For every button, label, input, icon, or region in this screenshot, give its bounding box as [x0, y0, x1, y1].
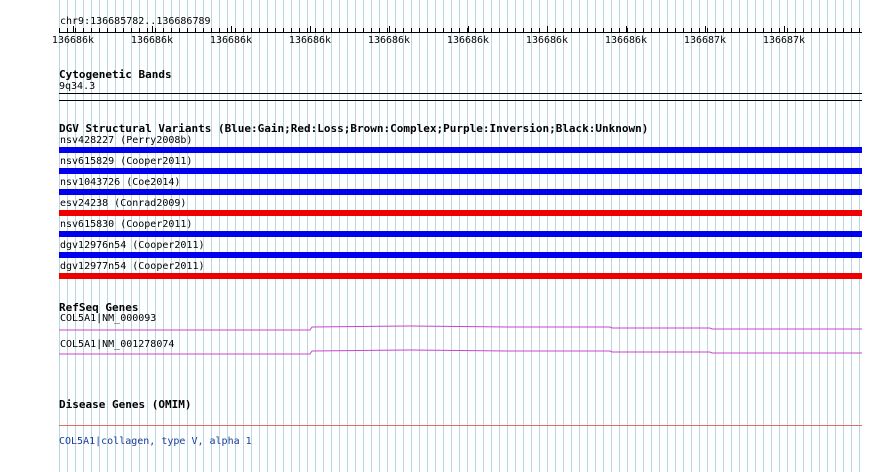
- dgv-variant-label[interactable]: nsv428227 (Perry2008b): [60, 135, 192, 147]
- dgv-variant-label[interactable]: dgv12977n54 (Cooper2011): [60, 261, 205, 273]
- locus-label: chr9:136685782..136686789: [60, 16, 211, 27]
- ruler-tick-label: 136686k: [525, 35, 569, 46]
- dgv-variant-label[interactable]: nsv615829 (Cooper2011): [60, 156, 192, 168]
- dgv-variant-bar[interactable]: [59, 252, 862, 258]
- omim-track-title: Disease Genes (OMIM): [59, 398, 192, 411]
- omim-gene-entry[interactable]: COL5A1|collagen, type V, alpha 1: [59, 436, 252, 448]
- ruler-tick-label: 136686k: [367, 35, 411, 46]
- refseq-gene-label[interactable]: COL5A1|NM_001278074: [60, 339, 174, 351]
- ruler-tick-label: 136686k: [51, 35, 95, 46]
- dgv-variant-bar[interactable]: [59, 231, 862, 237]
- omim-gene-link[interactable]: COL5A1: [59, 436, 95, 447]
- cyto-band-bottom-line: [59, 100, 862, 101]
- cyto-band-label[interactable]: 9q34.3: [59, 81, 95, 93]
- dgv-variant-bar[interactable]: [59, 189, 862, 195]
- dgv-variant-bar[interactable]: [59, 147, 862, 153]
- ruler-tick-label: 136687k: [683, 35, 727, 46]
- ruler-tick-label: 136686k: [209, 35, 253, 46]
- cyto-track-title: Cytogenetic Bands: [59, 68, 172, 81]
- dgv-variant-label[interactable]: esv24238 (Conrad2009): [60, 198, 186, 210]
- dgv-variant-label[interactable]: dgv12976n54 (Cooper2011): [60, 240, 205, 252]
- dgv-track-title: DGV Structural Variants (Blue:Gain;Red:L…: [59, 122, 649, 135]
- omim-gene-description: |collagen, type V, alpha 1: [95, 436, 252, 447]
- dgv-variant-label[interactable]: nsv1043726 (Coe2014): [60, 177, 180, 189]
- dgv-variant-bar[interactable]: [59, 210, 862, 216]
- ruler-tick-label: 136686k: [130, 35, 174, 46]
- dgv-variant-bar[interactable]: [59, 168, 862, 174]
- dgv-variant-bar[interactable]: [59, 273, 862, 279]
- ruler-tick-label: 136686k: [604, 35, 648, 46]
- ruler-tick-label: 136686k: [288, 35, 332, 46]
- cyto-band-line[interactable]: [59, 93, 862, 94]
- refseq-gene-label[interactable]: COL5A1|NM_000093: [60, 313, 156, 325]
- ruler-tick-label: 136686k: [446, 35, 490, 46]
- ruler-tick-label: 136687k: [762, 35, 806, 46]
- genome-browser-view: chr9:136685782..136686789 136686k 136686k…: [0, 0, 890, 472]
- dgv-variant-label[interactable]: nsv615830 (Cooper2011): [60, 219, 192, 231]
